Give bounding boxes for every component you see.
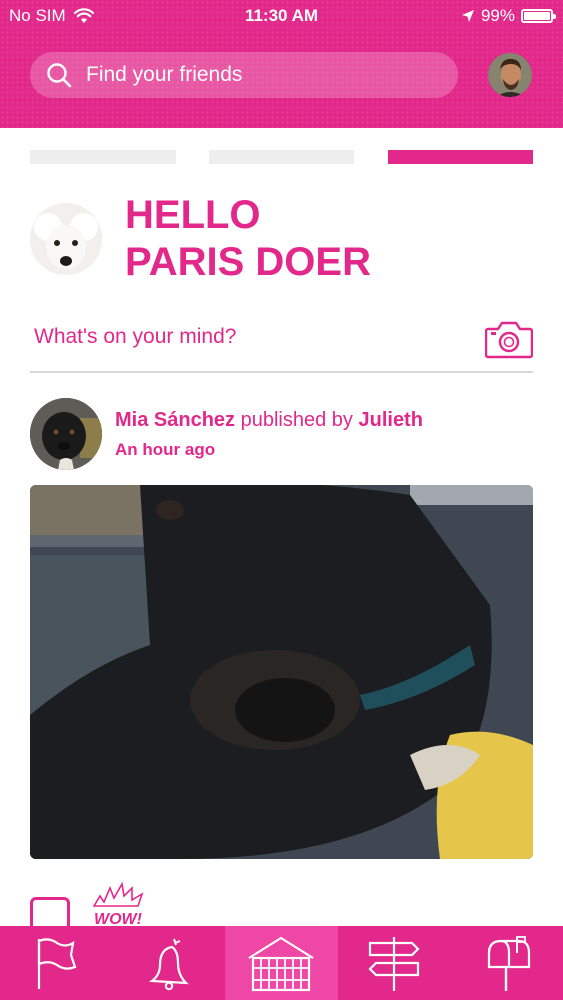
header: No SIM 11:30 AM 99%: [0, 0, 563, 128]
tab-flag[interactable]: [0, 926, 113, 1000]
post-publisher-link[interactable]: Julieth: [358, 409, 422, 431]
status-right: 99%: [461, 6, 556, 26]
post-author-link[interactable]: Mia Sánchez: [115, 409, 235, 431]
post-meta: Mia Sánchez published by Julieth: [115, 409, 423, 432]
page-tabs: [30, 150, 533, 164]
signpost-icon: [368, 937, 420, 991]
bell-icon: [148, 938, 189, 991]
greeting-line-1: HELLO: [125, 193, 261, 237]
search-icon: [47, 63, 72, 88]
profile-avatar[interactable]: [30, 203, 102, 275]
post-timestamp: An hour ago: [115, 440, 216, 459]
compose-input[interactable]: [32, 324, 456, 350]
camera-icon: [484, 321, 534, 359]
mailbox-icon: [487, 936, 530, 991]
battery-tip: [553, 14, 556, 19]
post-photo[interactable]: [30, 485, 533, 859]
battery-fill: [524, 12, 550, 20]
flag-icon: [38, 938, 77, 989]
wow-burst-icon: WOW!: [92, 881, 144, 928]
location-arrow-icon: [461, 10, 474, 22]
profile-avatar-image: [30, 203, 102, 275]
user-avatar-image: [488, 53, 532, 97]
search-input[interactable]: [84, 62, 428, 88]
battery-percent: 99%: [480, 6, 515, 25]
tab-home[interactable]: [225, 926, 338, 1000]
search-bar[interactable]: [30, 52, 458, 98]
tab-mailbox[interactable]: [450, 926, 563, 1000]
tab-indicator-2[interactable]: [209, 150, 354, 164]
wow-reaction-badge[interactable]: WOW!: [88, 880, 152, 928]
post-author-avatar[interactable]: [30, 398, 102, 470]
tab-indicator-3[interactable]: [388, 150, 533, 164]
compose-box: [30, 320, 534, 373]
battery-icon: [521, 9, 556, 23]
tab-indicator-1[interactable]: [30, 150, 176, 164]
tab-bell[interactable]: [113, 926, 226, 1000]
published-by-text: published by: [240, 409, 353, 431]
greeting-line-2: PARIS DOER: [125, 240, 371, 284]
greeting-heading: HELLO PARIS DOER: [125, 192, 371, 286]
user-avatar[interactable]: [488, 53, 532, 97]
status-bar: No SIM 11:30 AM 99%: [0, 0, 563, 32]
camera-button[interactable]: [484, 320, 534, 360]
dog-photo-image: [30, 485, 533, 859]
tab-signpost[interactable]: [338, 926, 451, 1000]
bottom-tab-bar: [0, 926, 563, 1000]
post-author-avatar-image: [30, 398, 102, 470]
house-icon: [248, 936, 315, 992]
